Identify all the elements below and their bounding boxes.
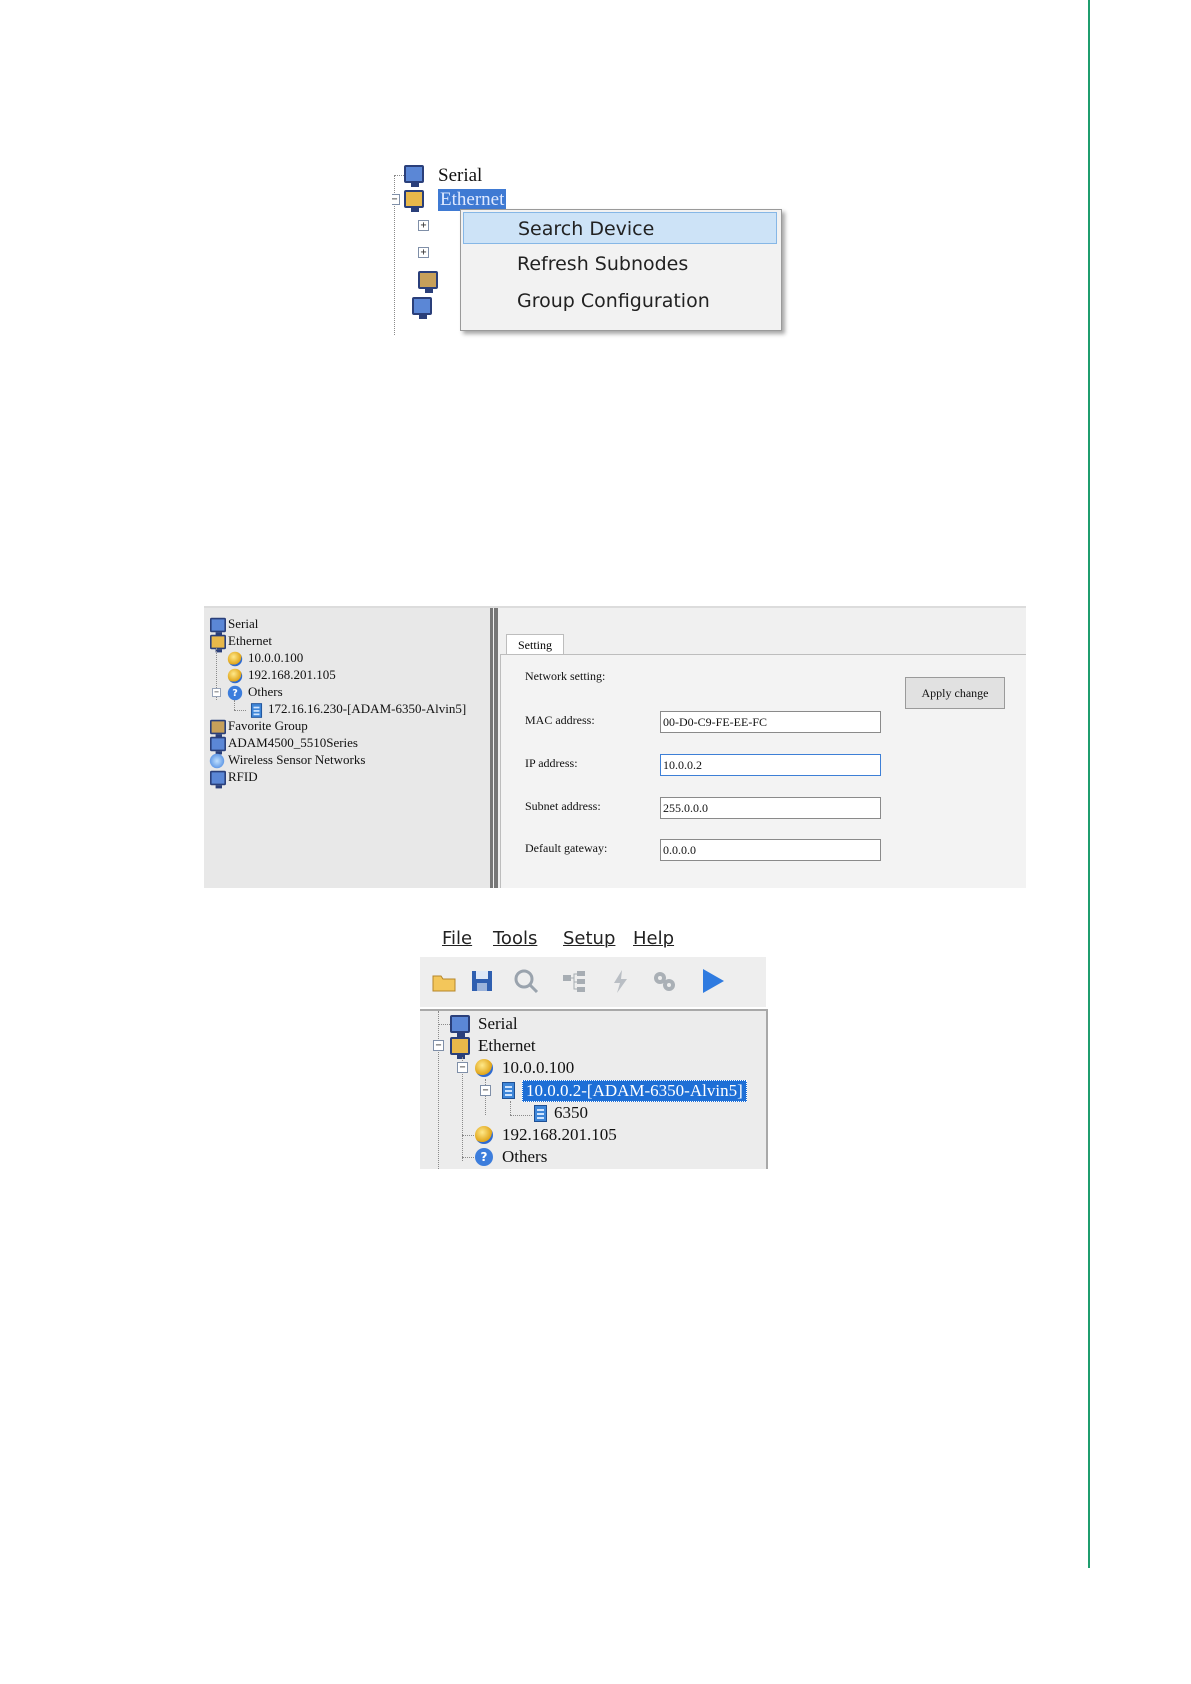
expand-icon[interactable]: + xyxy=(418,220,429,231)
ethernet-icon xyxy=(404,190,424,212)
favorite-group-icon xyxy=(418,271,438,293)
others-question-icon: ? xyxy=(475,1148,493,1166)
tree-item-ethernet[interactable]: Ethernet xyxy=(478,1036,536,1056)
network-icon[interactable] xyxy=(560,967,588,995)
tree-item-module-6350[interactable]: 6350 xyxy=(554,1103,588,1123)
tree-item-serial[interactable]: Serial xyxy=(228,616,258,632)
device-tree: Serial − Ethernet − 10.0.0.100 − 10.0.0.… xyxy=(420,1009,768,1169)
menu-item-group-configuration[interactable]: Group Configuration xyxy=(463,285,777,317)
tree-item-others[interactable]: Others xyxy=(502,1147,547,1167)
adam-series-icon xyxy=(412,297,432,319)
menu-item-refresh-subnodes[interactable]: Refresh Subnodes xyxy=(463,248,777,280)
tab-setting[interactable]: Setting xyxy=(506,634,564,655)
collapse-icon[interactable]: − xyxy=(457,1062,468,1073)
network-setting-label: Network setting: xyxy=(525,669,606,683)
mac-address-label: MAC address: xyxy=(525,713,595,727)
collapse-icon[interactable]: − xyxy=(392,194,400,205)
module-icon xyxy=(534,1105,547,1122)
setting-tab-panel: Network setting: Apply change MAC addres… xyxy=(500,654,1026,888)
gears-icon[interactable] xyxy=(650,967,678,995)
collapse-icon[interactable]: − xyxy=(212,688,221,697)
network-globe-icon xyxy=(475,1059,493,1077)
network-globe-icon xyxy=(227,668,243,684)
tree-item-wsn[interactable]: Wireless Sensor Networks xyxy=(228,752,365,768)
context-menu: Search Device Refresh Subnodes Group Con… xyxy=(460,209,782,331)
save-icon[interactable] xyxy=(468,967,496,995)
favorite-group-icon xyxy=(210,719,226,738)
tree-item-favorite-group[interactable]: Favorite Group xyxy=(228,718,308,734)
ip-address-field[interactable]: 10.0.0.2 xyxy=(660,754,881,776)
ethernet-icon xyxy=(450,1037,470,1059)
ip-address-label: IP address: xyxy=(525,756,578,770)
default-gateway-label: Default gateway: xyxy=(525,841,608,855)
toolbar xyxy=(420,957,766,1007)
menu-tools[interactable]: Tools xyxy=(493,928,537,949)
subnet-address-field[interactable]: 255.0.0.0 xyxy=(660,797,881,819)
menu-bar: File Tools Setup Help xyxy=(430,926,770,954)
subnet-address-label: Subnet address: xyxy=(525,799,601,813)
play-icon[interactable] xyxy=(698,967,726,995)
tree-item-net-192-168-201-105[interactable]: 192.168.201.105 xyxy=(248,667,336,683)
search-icon[interactable] xyxy=(512,967,540,995)
tree-item-ethernet[interactable]: Ethernet xyxy=(228,633,272,649)
menu-file[interactable]: File xyxy=(442,928,472,949)
others-question-icon: ? xyxy=(227,685,243,701)
apply-change-button[interactable]: Apply change xyxy=(905,677,1005,709)
device-icon xyxy=(250,703,263,718)
serial-computer-icon xyxy=(450,1015,470,1037)
page-side-rule xyxy=(1088,0,1090,1568)
device-tree-panel: Serial Ethernet 10.0.0.100 192.168.201.1… xyxy=(204,608,493,888)
network-globe-icon xyxy=(475,1126,493,1144)
serial-computer-icon xyxy=(404,165,424,187)
ethernet-icon xyxy=(210,634,226,653)
adam-series-icon xyxy=(210,736,226,755)
tree-item-serial[interactable]: Serial xyxy=(478,1014,518,1034)
rfid-icon xyxy=(210,770,226,789)
tree-item-adam4500[interactable]: ADAM4500_5510Series xyxy=(228,735,358,751)
tree-item-serial[interactable]: Serial xyxy=(438,165,482,187)
mac-address-field[interactable]: 00-D0-C9-FE-EE-FC xyxy=(660,711,881,733)
menu-setup[interactable]: Setup xyxy=(563,928,615,949)
tree-item-net-10-0-0-100[interactable]: 10.0.0.100 xyxy=(502,1058,574,1078)
menu-item-search-device[interactable]: Search Device xyxy=(463,212,777,244)
tree-item-ethernet[interactable]: Ethernet xyxy=(438,189,507,211)
collapse-icon[interactable]: − xyxy=(433,1040,444,1051)
tree-item-net-192-168-201-105[interactable]: 192.168.201.105 xyxy=(502,1125,617,1145)
device-icon xyxy=(502,1082,515,1099)
flash-icon[interactable] xyxy=(606,967,634,995)
figure-network-settings: Serial Ethernet 10.0.0.100 192.168.201.1… xyxy=(204,606,1026,888)
expand-icon[interactable]: + xyxy=(418,247,429,258)
collapse-icon[interactable]: − xyxy=(480,1085,491,1096)
tree-item-others[interactable]: Others xyxy=(248,684,283,700)
default-gateway-field[interactable]: 0.0.0.0 xyxy=(660,839,881,861)
wireless-icon xyxy=(209,753,225,769)
settings-panel: Setting Network setting: Apply change MA… xyxy=(494,608,1026,888)
menu-help[interactable]: Help xyxy=(633,928,674,949)
tree-item-rfid[interactable]: RFID xyxy=(228,769,258,785)
tree-item-device-selected[interactable]: 10.0.0.2-[ADAM-6350-Alvin5] xyxy=(522,1080,747,1102)
open-folder-icon[interactable] xyxy=(430,967,458,995)
network-globe-icon xyxy=(227,651,243,667)
tree-item-device[interactable]: 172.16.16.230-[ADAM-6350-Alvin5] xyxy=(268,701,466,717)
tree-item-net-10-0-0-100[interactable]: 10.0.0.100 xyxy=(248,650,303,666)
serial-computer-icon xyxy=(210,617,226,636)
